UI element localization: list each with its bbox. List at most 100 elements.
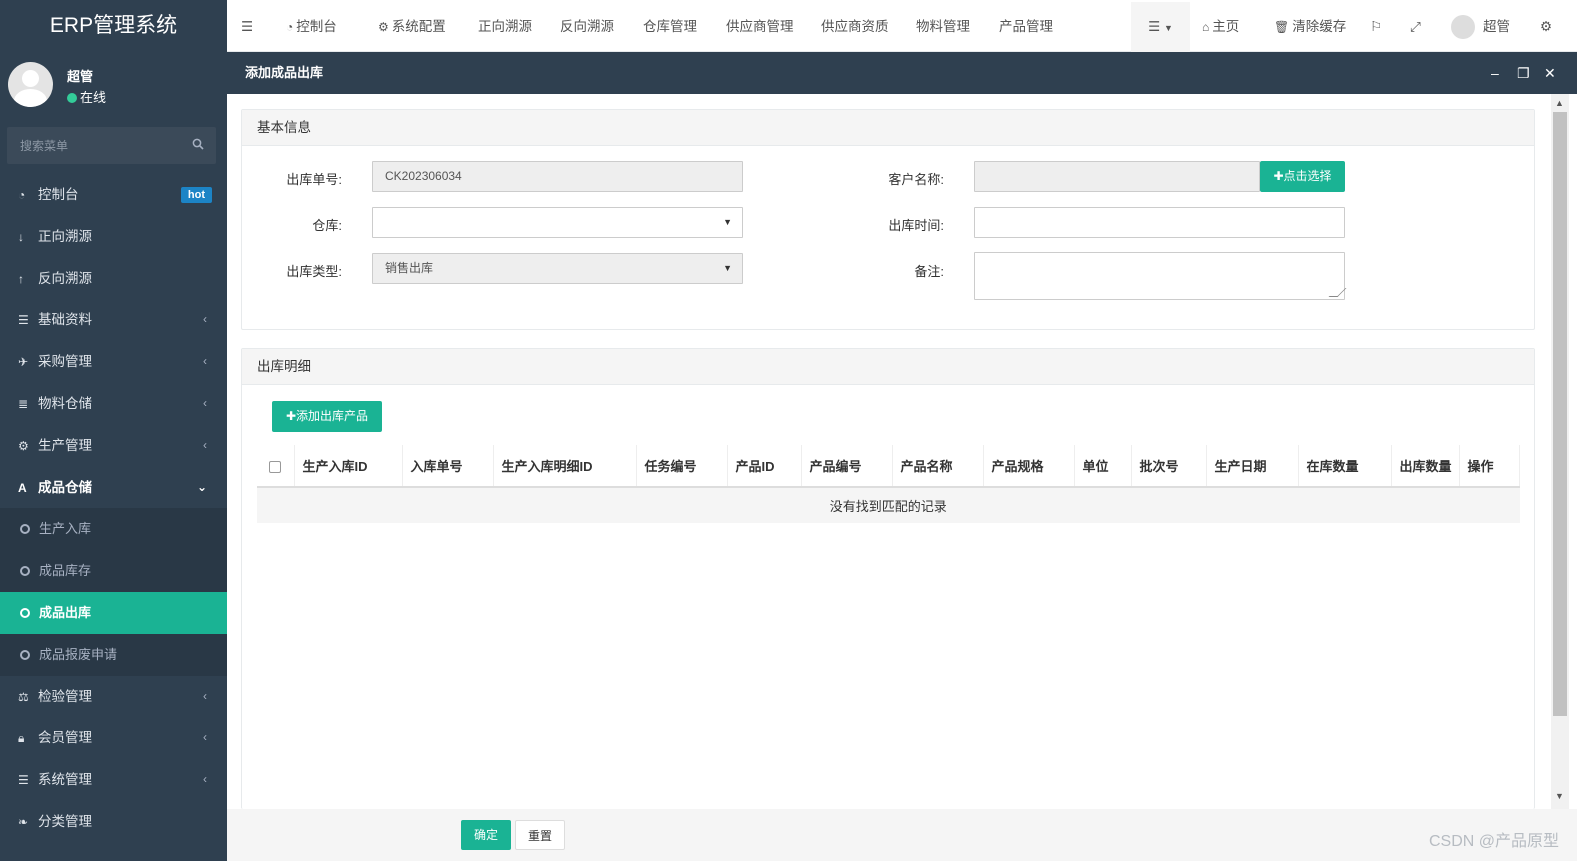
content-scrollbar[interactable]: ▲ ▼ [1551, 94, 1569, 809]
select-customer-button[interactable]: ✚点击选择 [1260, 161, 1345, 192]
modal-footer: 确定 重置 CSDN @产品原型 [227, 809, 1577, 861]
select-customer-label: 点击选择 [1283, 169, 1332, 183]
sidebar-item-members[interactable]: 🔒︎ 会员管理 ‹ [0, 717, 227, 759]
col-outbound-qty[interactable]: 出库数量 [1391, 445, 1460, 488]
caret-down-icon: ▼ [723, 217, 732, 227]
dashboard-icon: ◔ [286, 20, 294, 34]
sidebar-subitem-scrap-request[interactable]: 成品报废申请 [0, 634, 227, 676]
sidebar-item-basic-data[interactable]: ☰ 基础资料 ‹ [0, 299, 227, 341]
topnav-label: 反向溯源 [560, 19, 614, 34]
more-menu-dropdown[interactable]: ☰ ▼ [1131, 2, 1190, 52]
out-type-select[interactable]: 销售出库 ▼ [372, 253, 743, 284]
out-type-value: 销售出库 [385, 261, 434, 275]
warehouse-select[interactable]: ▼ [372, 207, 743, 238]
topnav-reverse-trace[interactable]: 反向溯源 [560, 2, 614, 52]
balance-icon: ⚖ [18, 689, 29, 704]
clear-cache-link[interactable]: 🗑︎ 清除缓存 [1274, 2, 1346, 52]
topnav-label: 产品管理 [999, 19, 1053, 34]
avatar[interactable] [8, 62, 53, 107]
topnav-supplier[interactable]: 供应商管理 [726, 2, 794, 52]
reset-button[interactable]: 重置 [515, 820, 565, 850]
col-product-id[interactable]: 产品ID [727, 445, 802, 488]
topnav-label: 供应商资质 [821, 19, 889, 34]
sidebar-item-label: 反向溯源 [38, 270, 92, 286]
sidebar-item-production[interactable]: ⚙ 生产管理 ‹ [0, 425, 227, 467]
translate-icon[interactable]: ⚐ [1370, 2, 1382, 52]
topnav-forward-trace[interactable]: 正向溯源 [478, 2, 532, 52]
search-icon[interactable] [192, 138, 204, 153]
order-no-label: 出库单号: [286, 172, 342, 187]
col-product-spec[interactable]: 产品规格 [983, 445, 1075, 488]
sidebar-item-purchase[interactable]: ✈ 采购管理 ‹ [0, 341, 227, 383]
out-type-label: 出库类型: [286, 264, 342, 279]
topnav-label: 供应商管理 [726, 19, 794, 34]
col-production-inbound-id[interactable]: 生产入库ID [294, 445, 403, 488]
col-production-date[interactable]: 生产日期 [1206, 445, 1299, 488]
confirm-button[interactable]: 确定 [461, 820, 511, 850]
topnav-supplier-qualification[interactable]: 供应商资质 [821, 2, 889, 52]
modal-title: 添加成品出库 [245, 65, 324, 80]
chevron-left-icon: ‹ [203, 395, 207, 410]
remark-textarea[interactable] [974, 252, 1347, 300]
sidebar-subitem-production-inbound[interactable]: 生产入库 [0, 508, 227, 550]
col-product-code[interactable]: 产品编号 [801, 445, 893, 488]
col-stock-qty[interactable]: 在库数量 [1298, 445, 1392, 488]
select-all-checkbox[interactable] [257, 445, 295, 488]
chevron-left-icon: ‹ [203, 688, 207, 703]
close-icon[interactable]: ✕ [1544, 52, 1556, 94]
sidebar-item-label: 检验管理 [38, 688, 92, 704]
circle-icon [20, 607, 30, 618]
out-time-input[interactable] [974, 207, 1345, 238]
col-inbound-detail-id[interactable]: 生产入库明细ID [493, 445, 637, 488]
home-label: 主页 [1212, 19, 1240, 34]
list-icon: ☰ [18, 773, 29, 788]
plus-icon: ✚ [1273, 169, 1284, 183]
col-task-no[interactable]: 任务编号 [636, 445, 728, 488]
user-menu[interactable]: 超管 [1451, 2, 1510, 52]
sidebar-subitem-finished-outbound[interactable]: 成品出库 [0, 591, 227, 634]
hamburger-menu-icon[interactable]: ☰ [241, 2, 253, 52]
home-link[interactable]: ⌂ 主页 [1202, 2, 1239, 52]
topnav-product[interactable]: 产品管理 [999, 2, 1053, 52]
user-name: 超管 [67, 69, 94, 84]
topnav-dashboard[interactable]: ◔ 控制台 [286, 2, 337, 52]
online-dot-icon [67, 93, 77, 103]
sidebar-item-label: 控制台 [38, 187, 79, 202]
col-product-name[interactable]: 产品名称 [892, 445, 984, 488]
topnav-warehouse[interactable]: 仓库管理 [643, 2, 697, 52]
sidebar-item-reverse-trace[interactable]: ↑ 反向溯源 [0, 258, 227, 300]
sidebar-item-label: 生产管理 [38, 437, 92, 453]
add-outbound-product-button[interactable]: ✚添加出库产品 [272, 401, 382, 432]
gear-icon: ⚙ [378, 20, 389, 34]
sidebar-item-inspection[interactable]: ⚖ 检验管理 ‹ [0, 676, 227, 718]
checkbox-icon [269, 460, 282, 473]
sidebar-item-material-storage[interactable]: ≣ 物料仓储 ‹ [0, 383, 227, 425]
sidebar-item-forward-trace[interactable]: ↓ 正向溯源 [0, 216, 227, 258]
menu-search-input[interactable] [7, 127, 177, 164]
col-unit[interactable]: 单位 [1074, 445, 1132, 488]
avatar [1451, 15, 1475, 40]
topnav-system-config[interactable]: ⚙ 系统配置 [378, 2, 446, 52]
scrollbar-thumb[interactable] [1553, 112, 1567, 716]
minimize-icon[interactable]: – [1491, 52, 1499, 94]
col-inbound-no[interactable]: 入库单号 [402, 445, 494, 488]
topnav-label: 仓库管理 [643, 19, 697, 34]
scroll-down-icon[interactable]: ▼ [1555, 791, 1564, 801]
plane-icon: ✈ [18, 355, 29, 370]
resize-grip-icon[interactable] [1328, 288, 1347, 297]
sidebar-item-category[interactable]: ❧ 分类管理 [0, 801, 227, 843]
col-batch-no[interactable]: 批次号 [1131, 445, 1207, 488]
sidebar-subitem-finished-inventory[interactable]: 成品库存 [0, 550, 227, 592]
topnav-material[interactable]: 物料管理 [916, 2, 970, 52]
sidebar-item-system[interactable]: ☰ 系统管理 ‹ [0, 759, 227, 801]
chevron-left-icon: ‹ [203, 354, 207, 369]
sidebar-item-label: 成品库存 [39, 563, 92, 579]
settings-gears-icon[interactable]: ⚙ [1540, 2, 1552, 52]
sidebar-item-dashboard[interactable]: ◔ 控制台 hot [0, 174, 227, 216]
sidebar-item-finished-storage[interactable]: A 成品仓储 ⌄ [0, 467, 227, 509]
fullscreen-icon[interactable]: ⤢ [1410, 2, 1421, 52]
empty-table-message: 没有找到匹配的记录 [257, 487, 1520, 523]
chevron-left-icon: ‹ [203, 772, 207, 787]
scroll-up-icon[interactable]: ▲ [1555, 98, 1564, 108]
restore-icon[interactable]: ❐ [1517, 52, 1530, 94]
